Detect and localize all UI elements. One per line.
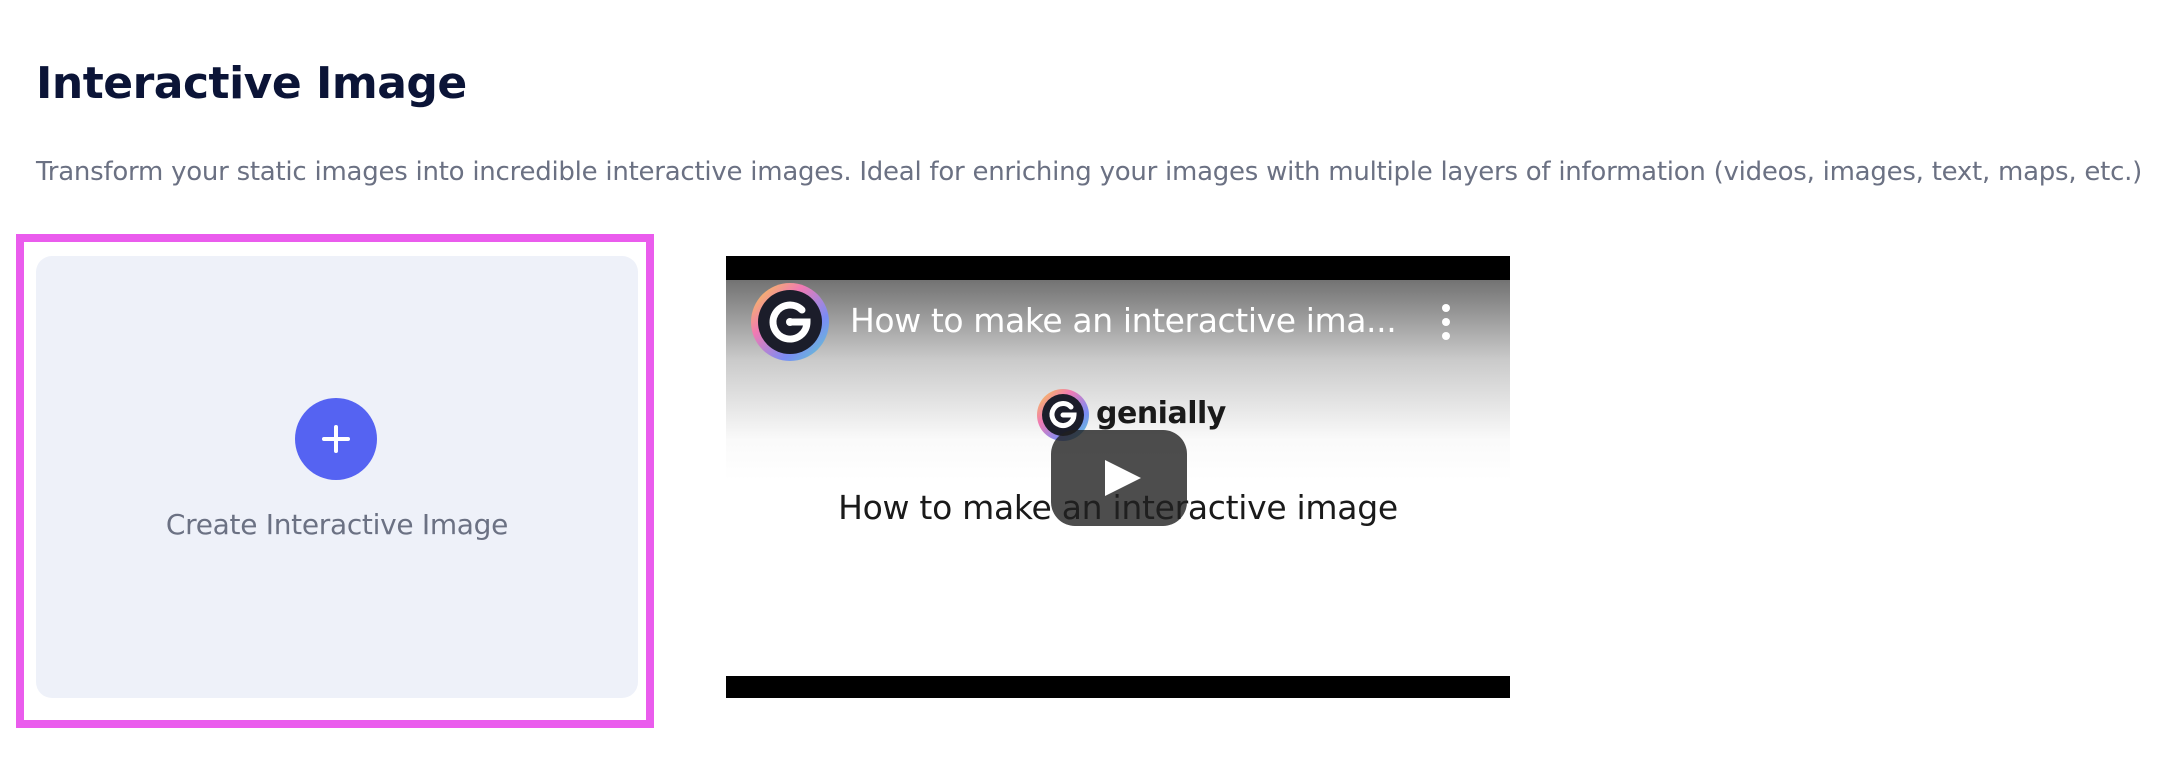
channel-avatar-icon[interactable] <box>750 282 830 362</box>
video-letterbox-top <box>726 256 1510 280</box>
create-interactive-image-card[interactable]: Create Interactive Image <box>36 256 638 698</box>
play-button[interactable] <box>1051 430 1187 526</box>
plus-icon[interactable] <box>295 398 377 480</box>
page-title: Interactive Image <box>36 58 467 109</box>
video-title[interactable]: How to make an interactive ima... <box>850 298 1410 344</box>
video-letterbox-bottom <box>726 676 1510 698</box>
page-description: Transform your static images into incred… <box>36 157 2143 187</box>
create-card-label: Create Interactive Image <box>165 508 509 541</box>
genially-wordmark: genially <box>1096 396 1226 431</box>
more-options-icon[interactable] <box>1426 300 1466 344</box>
play-icon <box>1105 460 1141 496</box>
tutorial-video-embed[interactable]: How to make an interactive ima... genial… <box>726 256 1510 698</box>
